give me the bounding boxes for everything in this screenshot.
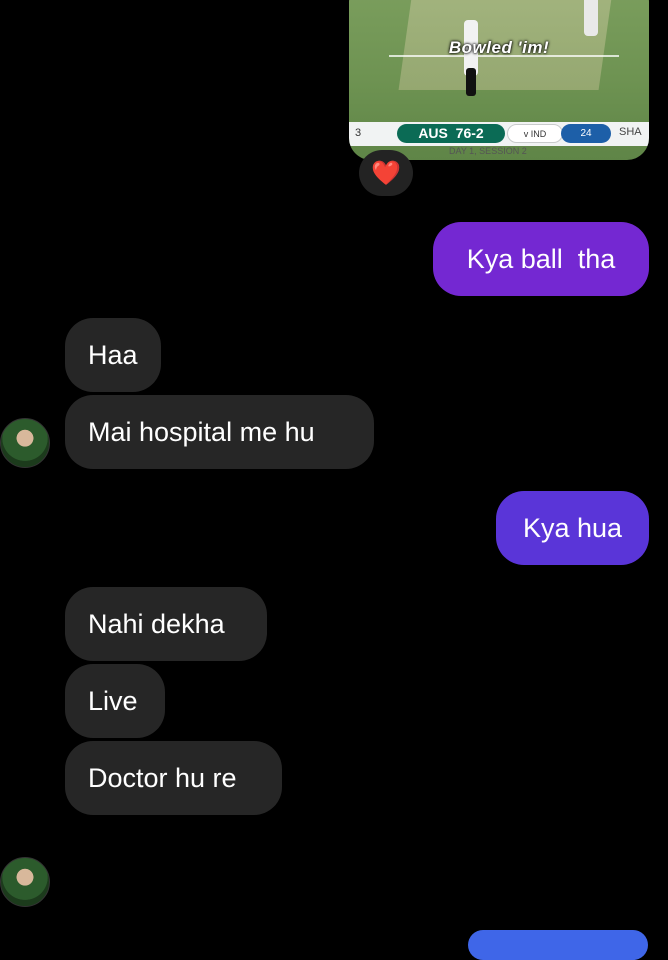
message-sent[interactable]: Kya hua [496, 491, 649, 565]
message-text: Haa [88, 339, 138, 370]
message-text: Kya ball tha [466, 243, 616, 274]
score-team-badge: AUS 76-2 [397, 124, 505, 143]
message-received[interactable]: Doctor hu re [65, 741, 282, 815]
umpire-legs [466, 68, 476, 96]
heart-icon: ❤️ [371, 159, 401, 187]
message-text: Live [88, 685, 138, 716]
message-text: Kya hua [522, 512, 623, 543]
message-text: Doctor hu re [88, 762, 237, 793]
video-overlay-text: Bowled 'im! [448, 38, 550, 57]
score-opponent: v IND [507, 124, 563, 143]
score-team: AUS [418, 125, 448, 141]
shared-video-card[interactable]: Bowled 'im! 3 AUS 76-2 v IND 24 SHA DAY … [349, 0, 649, 160]
message-text: Mai hospital me hu [88, 416, 315, 447]
sender-avatar[interactable] [0, 418, 50, 468]
message-received[interactable]: Mai hospital me hu [65, 395, 374, 469]
emoji-message[interactable]: 😂😂😂 [65, 840, 273, 896]
batter-figure [584, 0, 598, 36]
message-received[interactable]: Nahi dekha [65, 587, 267, 661]
sender-avatar[interactable] [0, 857, 50, 907]
score-right-text: SHA [619, 126, 642, 138]
score-session: DAY 1, SESSION 2 [449, 146, 527, 156]
score-number: 24 [561, 124, 611, 143]
message-received[interactable]: Haa [65, 318, 161, 392]
message-text: Nahi dekha [88, 608, 225, 639]
message-sent[interactable]: Kya ball tha [433, 222, 649, 296]
message-received[interactable]: Live [65, 664, 165, 738]
message-sent-partial[interactable] [468, 930, 648, 960]
score-value: 76-2 [455, 125, 484, 141]
score-left-number: 3 [355, 127, 362, 139]
heart-reaction[interactable]: ❤️ [359, 150, 413, 196]
